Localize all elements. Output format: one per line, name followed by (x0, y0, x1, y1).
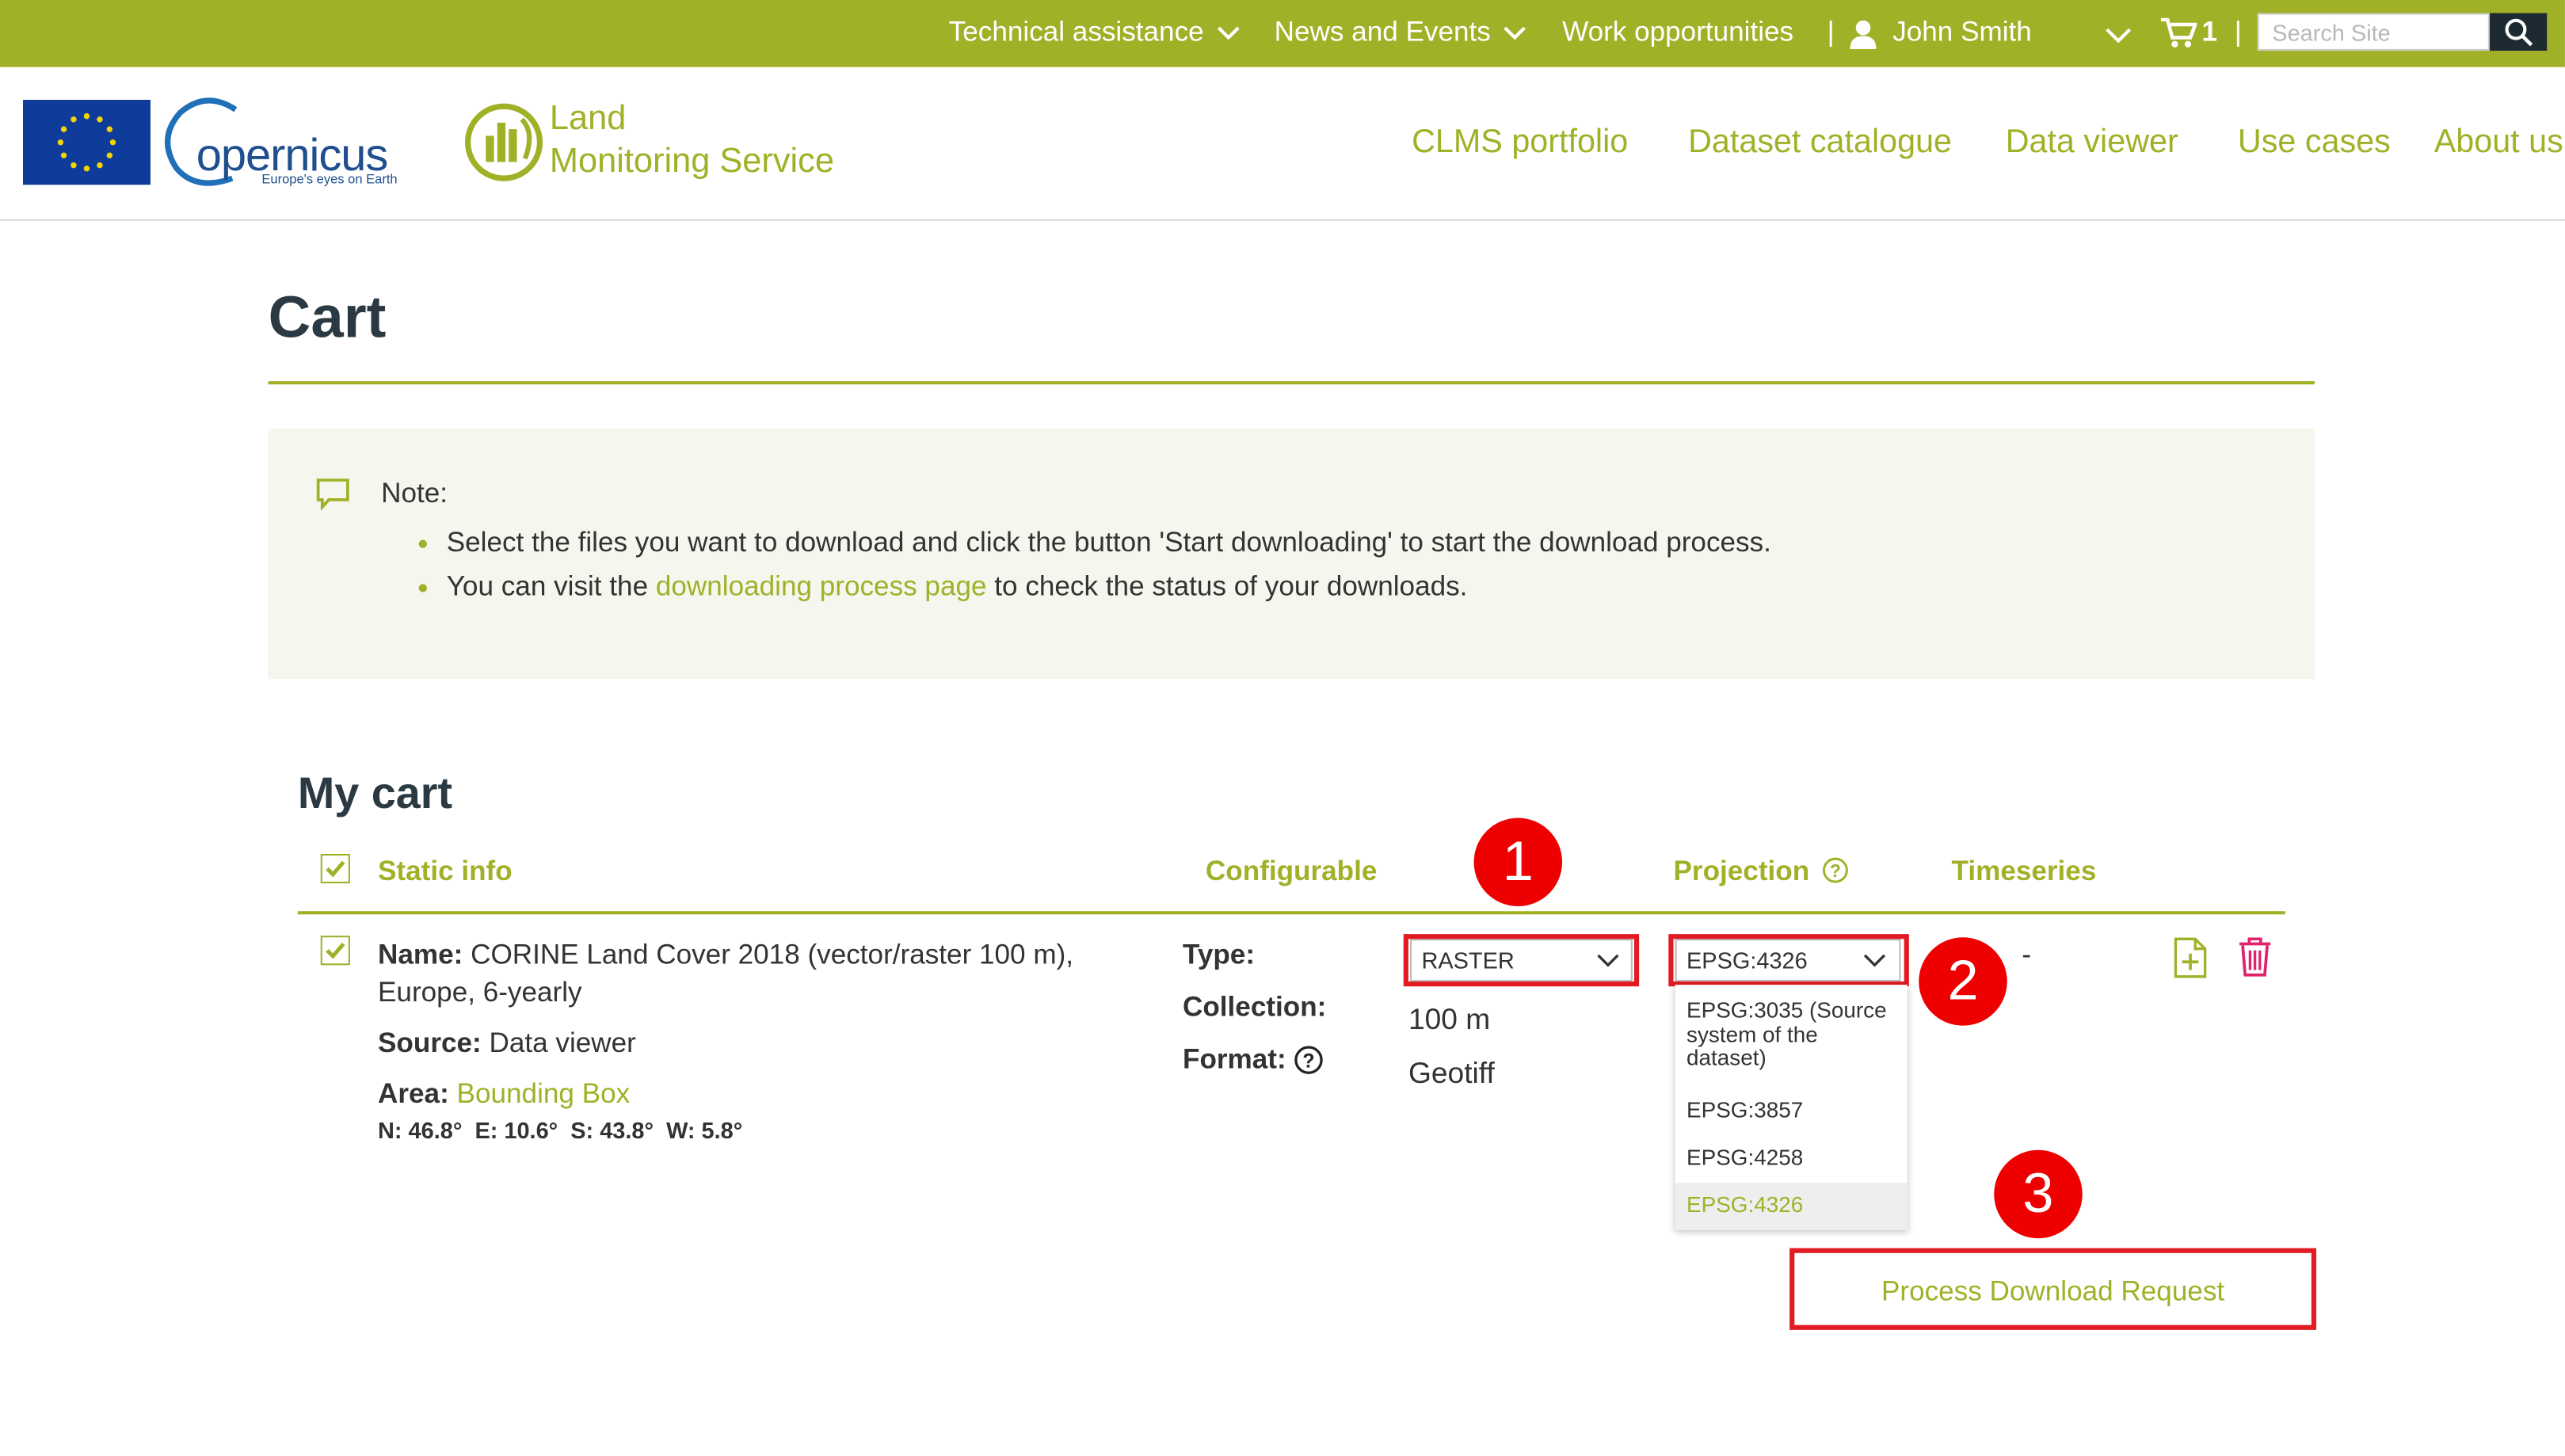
option-text: system of the (1686, 1022, 1818, 1047)
checkmark-icon (326, 860, 345, 878)
column-configurable: Configurable (1205, 855, 1378, 887)
annotation-badge-3: 3 (1994, 1149, 2083, 1239)
column-timeseries: Timeseries (1951, 855, 2097, 887)
nav-about-us[interactable]: About us (2434, 124, 2563, 162)
top-utility-bar: Technical assistance News and Events Wor… (0, 0, 2565, 67)
my-cart-heading: My cart (297, 768, 453, 818)
site-header: opernicus Europe's eyes on Earth Land Mo… (0, 67, 2565, 221)
highlight-box-1 (1403, 934, 1640, 987)
svg-text:?: ? (1830, 860, 1841, 881)
chevron-down-icon[interactable] (2106, 28, 2132, 44)
item-checkbox[interactable] (320, 936, 350, 966)
nav-data-viewer[interactable]: Data viewer (2006, 124, 2178, 162)
projection-dropdown-list: EPSG:3035 (Source system of the dataset)… (1675, 985, 1908, 1230)
copernicus-tagline: Europe's eyes on Earth (261, 171, 398, 187)
nav-dataset-catalogue[interactable]: Dataset catalogue (1688, 124, 1952, 162)
item-source: Source: Data viewer (378, 1027, 636, 1060)
note-line-2-prefix: You can visit the (446, 570, 656, 602)
note-box: Note: Select the files you want to downl… (268, 429, 2315, 679)
highlight-box-2 (1668, 934, 1909, 987)
land-monitoring-logo-icon[interactable] (463, 100, 544, 185)
add-file-icon[interactable] (2174, 937, 2207, 978)
bounding-box-link[interactable]: Bounding Box (457, 1078, 631, 1109)
process-download-request-button[interactable]: Process Download Request (1789, 1248, 2317, 1330)
note-label: Note: (381, 477, 448, 509)
collection-value: 100 m (1408, 1002, 1491, 1036)
bullet (418, 584, 427, 593)
projection-option-4326-selected[interactable]: EPSG:4326 (1675, 1182, 1908, 1230)
search-input[interactable]: Search Site (2257, 13, 2490, 51)
source-value: Data viewer (489, 1027, 636, 1059)
nav-clms-portfolio[interactable]: CLMS portfolio (1412, 124, 1628, 162)
column-projection: Projection ? (1673, 856, 1848, 888)
help-circle-icon[interactable]: ? (1822, 857, 1848, 883)
chevron-down-icon (1217, 26, 1240, 40)
table-header-divider (297, 911, 2285, 915)
area-label: Area: (378, 1077, 449, 1110)
source-label: Source: (378, 1027, 482, 1059)
bullet (418, 539, 427, 548)
help-circle-icon[interactable]: ? (1294, 1046, 1323, 1075)
option-text: EPSG:3857 (1686, 1097, 1804, 1122)
collection-label: Collection: (1182, 991, 1327, 1023)
cart-icon[interactable] (2160, 17, 2197, 49)
select-all-checkbox[interactable] (320, 853, 350, 884)
search-icon (2505, 18, 2533, 47)
projection-option-3857[interactable]: EPSG:3857 (1675, 1088, 1908, 1135)
projection-option-3035[interactable]: EPSG:3035 (Source system of the dataset) (1675, 985, 1908, 1083)
note-line-2: You can visit the downloading process pa… (447, 571, 1468, 604)
note-line-1: Select the files you want to download an… (446, 526, 1771, 558)
item-name: Name: CORINE Land Cover 2018 (vector/ras… (378, 939, 1073, 971)
option-text: EPSG:3035 (Source (1686, 997, 1887, 1023)
trash-icon[interactable] (2238, 936, 2272, 978)
lms-title-line1: Land (549, 99, 627, 138)
cart-count[interactable]: 1 (2201, 17, 2217, 49)
downloading-process-link[interactable]: downloading process page (656, 571, 987, 602)
timeseries-value: - (2022, 939, 2032, 970)
page-title: Cart (268, 283, 387, 350)
separator: | (2234, 16, 2242, 48)
checkmark-icon (326, 942, 345, 959)
option-text: dataset) (1686, 1045, 1767, 1070)
annotation-badge-1: 1 (1473, 818, 1563, 907)
item-name-line2: Europe, 6-yearly (378, 976, 582, 1008)
chevron-down-icon (1504, 26, 1526, 40)
option-text: EPSG:4258 (1686, 1145, 1804, 1170)
column-static-info: Static info (378, 855, 513, 887)
type-label: Type: (1182, 939, 1256, 970)
user-name[interactable]: John Smith (1892, 17, 2032, 49)
news-events-label: News and Events (1274, 16, 1491, 48)
column-projection-label: Projection (1673, 855, 1810, 887)
search-button[interactable] (2489, 13, 2548, 51)
technical-assistance-label: Technical assistance (948, 16, 1204, 48)
lms-title-line2: Monitoring Service (549, 142, 834, 181)
bounding-box-coords: N: 46.8° E: 10.6° S: 43.8° W: 5.8° (378, 1117, 743, 1144)
format-label: Format: (1182, 1043, 1286, 1075)
work-opportunities-link[interactable]: Work opportunities (1562, 17, 1793, 49)
item-area: Area: Bounding Box (378, 1078, 630, 1111)
comment-icon (316, 478, 349, 511)
eu-flag-logo[interactable] (22, 99, 151, 185)
name-label: Name: (378, 939, 463, 970)
news-events-menu[interactable]: News and Events (1275, 17, 1527, 49)
projection-option-4258[interactable]: EPSG:4258 (1675, 1135, 1908, 1183)
nav-use-cases[interactable]: Use cases (2238, 124, 2391, 162)
format-value: Geotiff (1408, 1056, 1495, 1090)
technical-assistance-menu[interactable]: Technical assistance (949, 17, 1240, 49)
user-icon (1850, 20, 1877, 49)
name-value: CORINE Land Cover 2018 (vector/raster 10… (471, 939, 1074, 970)
note-line-2-suffix: to check the status of your downloads. (986, 570, 1468, 602)
title-divider (268, 381, 2315, 385)
option-text: EPSG:4326 (1686, 1192, 1804, 1218)
svg-text:?: ? (1302, 1050, 1314, 1072)
process-button-label: Process Download Request (1881, 1275, 2225, 1307)
separator: | (1827, 16, 1835, 48)
annotation-badge-2: 2 (1919, 937, 2007, 1026)
